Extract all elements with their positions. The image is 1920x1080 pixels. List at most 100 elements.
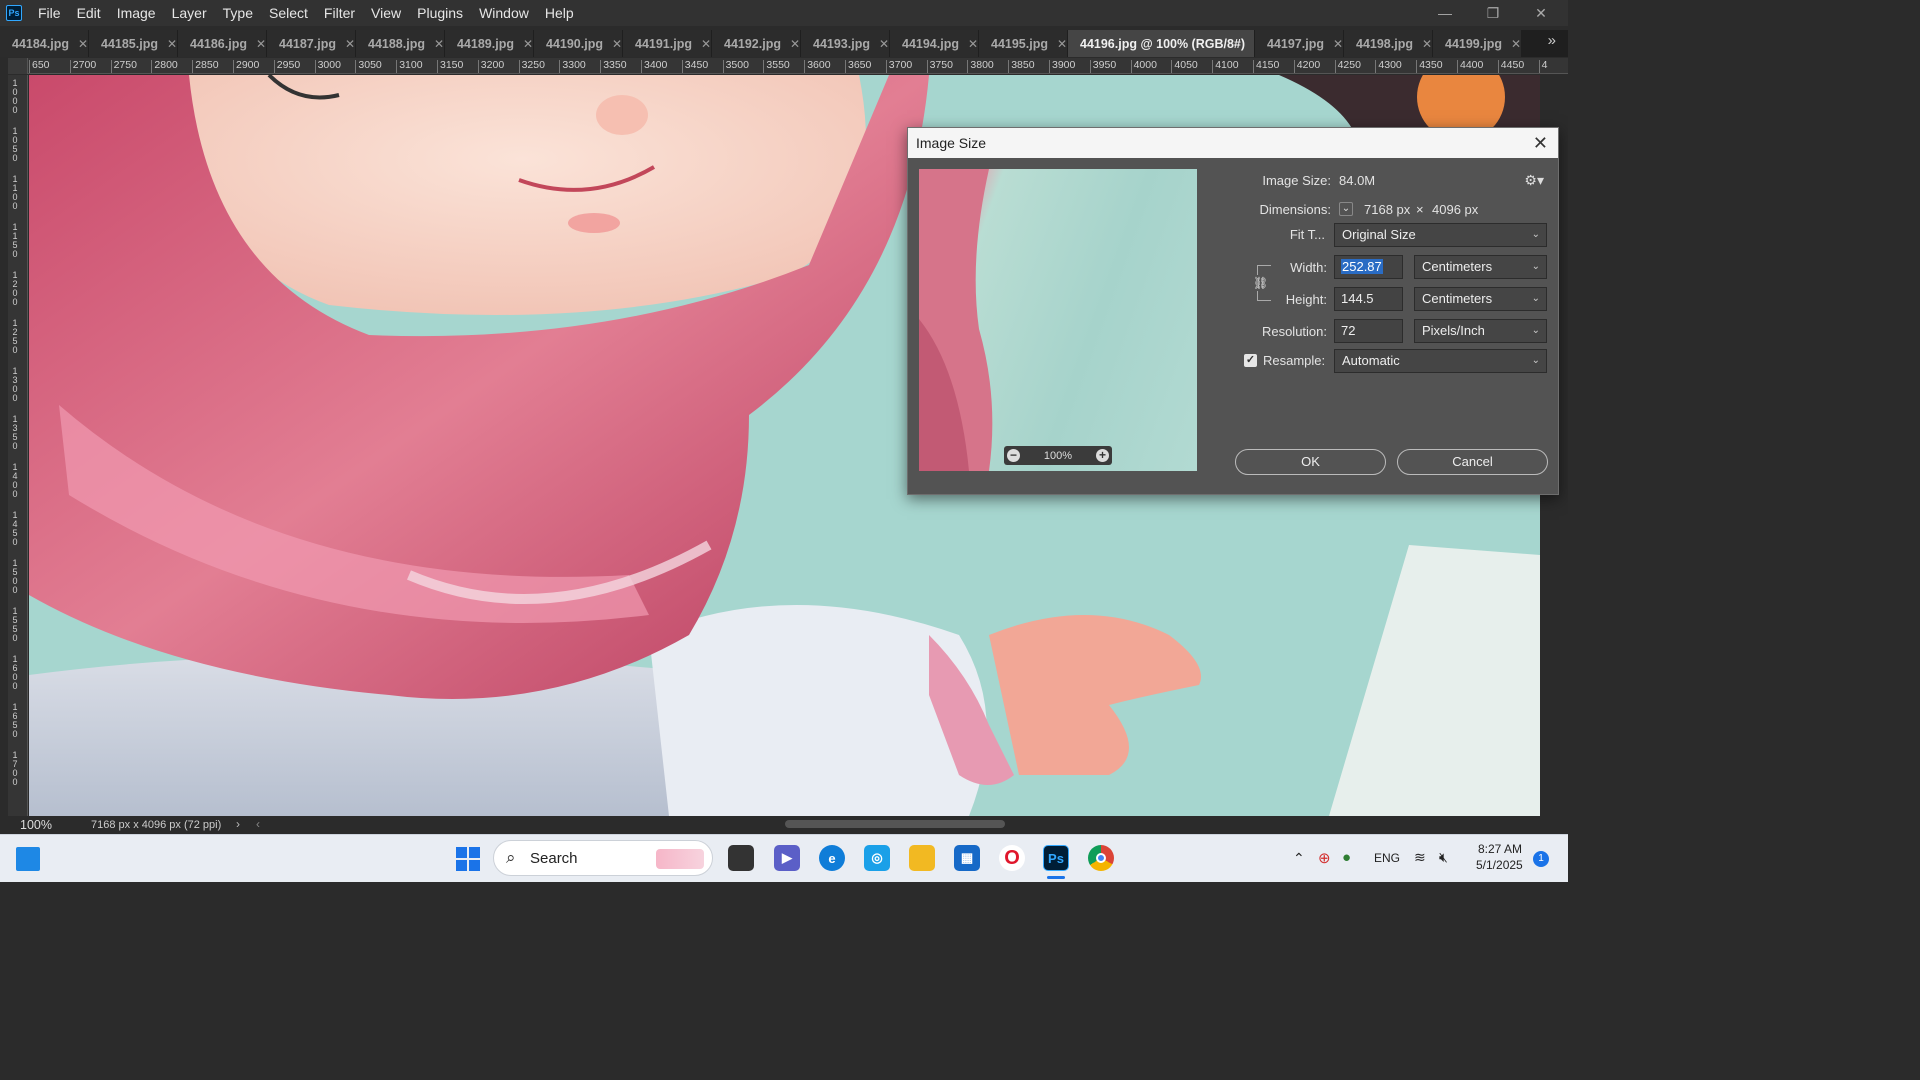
zoom-in-icon[interactable]: + [1095, 449, 1109, 462]
ruler-tick-label: 4000 [1130, 60, 1157, 73]
menu-plugins[interactable]: Plugins [409, 0, 471, 26]
photoshop-logo-icon[interactable]: Ps [6, 5, 22, 21]
ruler-tick-label: 1050 [12, 126, 18, 163]
tab-44199[interactable]: 44199.jpg ✕ [1433, 30, 1522, 57]
resample-dropdown[interactable]: Automatic ⌄ [1334, 349, 1547, 373]
more-tabs-icon[interactable]: » [1548, 32, 1556, 49]
menu-window[interactable]: Window [471, 0, 537, 26]
zoom-out-icon[interactable]: − [1007, 449, 1020, 462]
resolution-input[interactable]: 72 [1334, 319, 1403, 343]
photoshop-icon[interactable]: Ps [1043, 845, 1069, 871]
tab-44197[interactable]: 44197.jpg ✕ [1255, 30, 1344, 57]
close-tab-icon[interactable]: ✕ [78, 37, 88, 51]
chrome-icon[interactable] [1088, 845, 1114, 871]
menu-type[interactable]: Type [215, 0, 261, 26]
ruler-tick-label: 3600 [804, 60, 831, 73]
width-input[interactable]: 252.87 [1334, 255, 1403, 279]
link-icon[interactable]: ⛓ [1253, 275, 1268, 291]
edge-icon[interactable]: e [819, 845, 845, 871]
menu-image[interactable]: Image [109, 0, 164, 26]
folder-icon[interactable] [909, 845, 935, 871]
status-menu-chevron-icon[interactable]: › [236, 817, 240, 831]
notification-badge[interactable]: 1 [1533, 851, 1549, 867]
fit-to-dropdown[interactable]: Original Size ⌄ [1334, 223, 1547, 247]
zoom-level[interactable]: 100% [20, 818, 52, 832]
clock-date[interactable]: 5/1/2025 [1476, 858, 1523, 872]
taskbar-search-input[interactable]: ⌕ Search [493, 840, 713, 876]
opera-icon[interactable]: O [999, 845, 1025, 871]
scroll-left-icon[interactable]: ‹ [256, 817, 260, 831]
network-globe-icon[interactable]: ● [1342, 849, 1351, 866]
resolution-unit-dropdown[interactable]: Pixels/Inch ⌄ [1414, 319, 1547, 343]
tab-44187[interactable]: 44187.jpg ✕ [267, 30, 356, 57]
menu-filter[interactable]: Filter [316, 0, 363, 26]
start-icon[interactable] [455, 846, 481, 872]
tab-44194[interactable]: 44194.jpg ✕ [890, 30, 979, 57]
tab-44184[interactable]: 44184.jpg ✕ [0, 30, 89, 57]
show-hidden-icons-chevron-icon[interactable]: ⌃ [1293, 850, 1305, 867]
store-icon[interactable]: ▦ [954, 845, 980, 871]
volume-muted-icon[interactable]: 🔇︎ [1439, 849, 1448, 866]
maximize-icon[interactable]: ❐ [1470, 0, 1516, 26]
image-preview[interactable]: − 100% + [919, 169, 1197, 471]
teams-icon[interactable]: ▶ [774, 845, 800, 871]
menu-edit[interactable]: Edit [69, 0, 109, 26]
height-input[interactable]: 144.5 [1334, 287, 1403, 311]
close-tab-icon[interactable]: ✕ [434, 37, 444, 51]
tab-44196-active[interactable]: 44196.jpg @ 100% (RGB/8#)✕ [1068, 30, 1264, 57]
tab-44192[interactable]: 44192.jpg ✕ [712, 30, 801, 57]
close-tab-icon[interactable]: ✕ [1422, 37, 1432, 51]
ok-button[interactable]: OK [1235, 449, 1386, 475]
vpn-icon[interactable]: ⊕ [1318, 849, 1331, 867]
menu-layer[interactable]: Layer [164, 0, 215, 26]
copilot-icon[interactable]: ◎ [864, 845, 890, 871]
gear-icon[interactable]: ⚙▾ [1524, 172, 1544, 189]
file-manager-icon[interactable] [728, 845, 754, 871]
tab-44195[interactable]: 44195.jpg ✕ [979, 30, 1068, 57]
width-unit-dropdown[interactable]: Centimeters ⌄ [1414, 255, 1547, 279]
tab-44191[interactable]: 44191.jpg ✕ [623, 30, 712, 57]
dimensions-chevron-icon[interactable]: ⌄ [1339, 202, 1353, 216]
menu-help[interactable]: Help [537, 0, 582, 26]
ruler-tick-label: 3150 [437, 60, 463, 73]
close-tab-icon[interactable]: ✕ [968, 37, 978, 51]
close-tab-icon[interactable]: ✕ [523, 37, 533, 51]
resolution-unit: Pixels/Inch [1422, 323, 1485, 338]
resample-checkbox[interactable]: ✓ [1244, 354, 1257, 367]
close-tab-icon[interactable]: ✕ [612, 37, 622, 51]
tab-44185[interactable]: 44185.jpg ✕ [89, 30, 178, 57]
height-unit-dropdown[interactable]: Centimeters ⌄ [1414, 287, 1547, 311]
close-tab-icon[interactable]: ✕ [167, 37, 177, 51]
tab-44198[interactable]: 44198.jpg ✕ [1344, 30, 1433, 57]
menu-file[interactable]: File [30, 0, 69, 26]
close-tab-icon[interactable]: ✕ [1057, 37, 1067, 51]
close-tab-icon[interactable]: ✕ [701, 37, 711, 51]
cancel-button[interactable]: Cancel [1397, 449, 1548, 475]
horizontal-scrollbar-thumb[interactable] [785, 820, 1005, 828]
tab-44188[interactable]: 44188.jpg ✕ [356, 30, 445, 57]
clock-time[interactable]: 8:27 AM [1478, 842, 1522, 856]
tab-44190[interactable]: 44190.jpg ✕ [534, 30, 623, 57]
vertical-ruler[interactable]: 1000 1050 1100 1150 1200 1250 1300 1350 1400 1450… [8, 75, 28, 816]
tab-44186[interactable]: 44186.jpg ✕ [178, 30, 267, 57]
menu-select[interactable]: Select [261, 0, 316, 26]
menu-view[interactable]: View [363, 0, 409, 26]
close-tab-icon[interactable]: ✕ [1333, 37, 1343, 51]
close-tab-icon[interactable]: ✕ [256, 37, 266, 51]
minimize-icon[interactable]: — [1422, 0, 1468, 26]
language-indicator[interactable]: ENG [1374, 851, 1400, 865]
close-tab-icon[interactable]: ✕ [790, 37, 800, 51]
close-window-icon[interactable]: ✕ [1518, 0, 1564, 26]
close-tab-icon[interactable]: ✕ [1511, 37, 1521, 51]
ruler-tick-label: 4200 [1293, 60, 1320, 73]
close-tab-icon[interactable]: ✕ [879, 37, 889, 51]
resolution-value: 72 [1341, 323, 1356, 338]
ruler-tick-label: 1250 [12, 318, 18, 355]
close-icon[interactable]: ✕ [1533, 128, 1548, 158]
tab-44193[interactable]: 44193.jpg ✕ [801, 30, 890, 57]
horizontal-ruler[interactable]: 650 2700 2750 2800 2850 2900 2950 3000 3050 3100 3… [0, 58, 1568, 74]
tab-44189[interactable]: 44189.jpg ✕ [445, 30, 534, 57]
wifi-icon[interactable]: ≋ [1414, 849, 1426, 866]
close-tab-icon[interactable]: ✕ [345, 37, 355, 51]
widgets-icon[interactable] [16, 847, 40, 871]
